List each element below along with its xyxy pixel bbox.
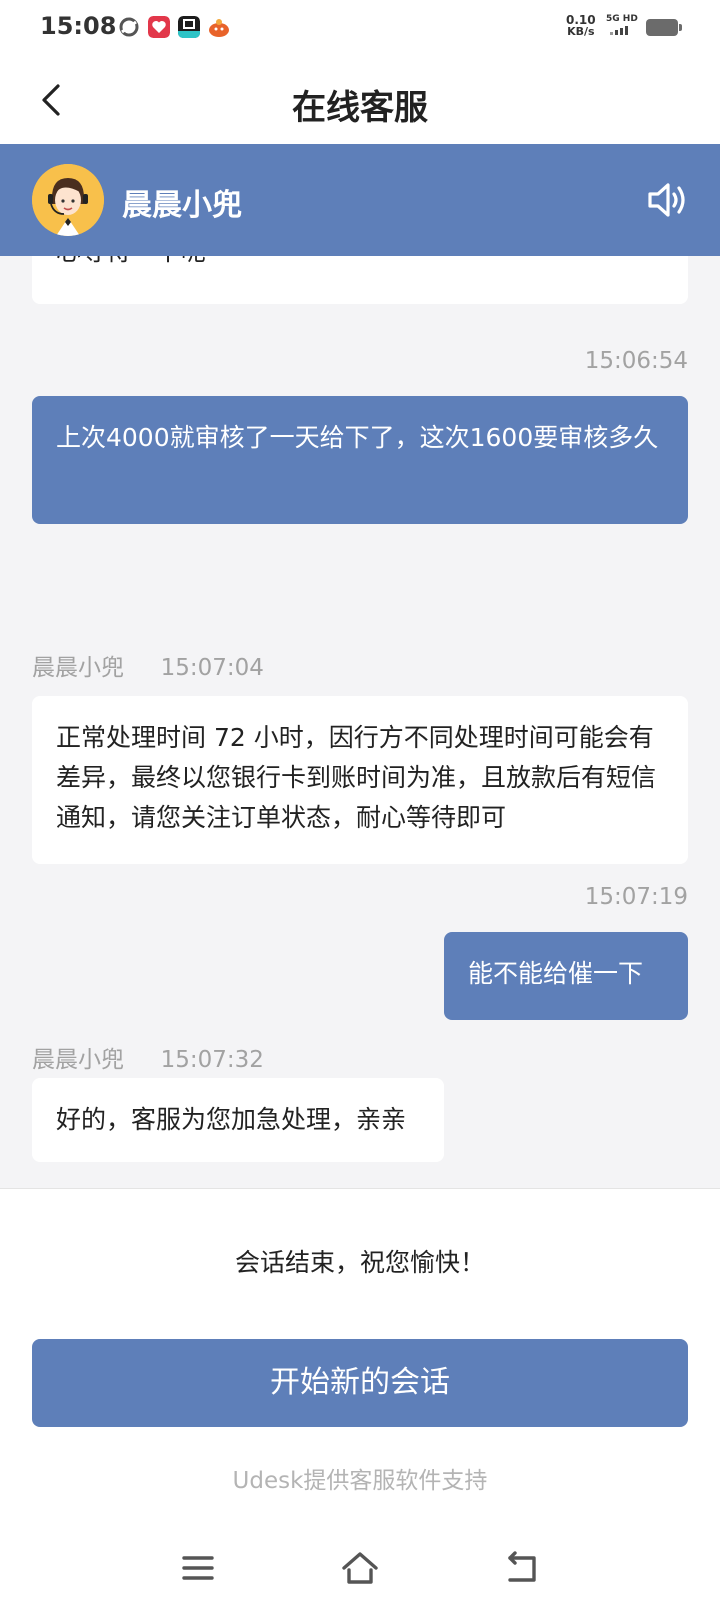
app-icon-red bbox=[148, 16, 170, 38]
message-timestamp: 15:06:54 bbox=[584, 348, 688, 374]
message-text: 好的，客服为您加急处理，亲亲 bbox=[56, 1105, 407, 1134]
agent-message-bubble: 心等待一下呢 bbox=[32, 256, 688, 304]
session-footer: 会话结束，祝您愉快！ 开始新的会话 Udesk提供客服软件支持 bbox=[0, 1188, 720, 1612]
message-text: 上次4000就审核了一天给下了，这次1600要审核多久 bbox=[56, 423, 659, 452]
signal-icon bbox=[610, 26, 628, 35]
network-speed: 0.10 KB/s bbox=[566, 14, 596, 38]
status-time: 15:08 bbox=[40, 12, 117, 40]
network-speed-unit: KB/s bbox=[567, 25, 595, 38]
status-app-icons bbox=[118, 16, 230, 38]
status-bar: 15:08 0.10 KB/s 5G HD bbox=[0, 0, 720, 56]
agent-name: 晨晨小兜 bbox=[122, 188, 242, 223]
agent-header: 晨晨小兜 bbox=[0, 144, 720, 256]
menu-icon[interactable] bbox=[178, 1550, 218, 1586]
user-message-bubble: 能不能给催一下 bbox=[444, 932, 688, 1020]
app-icon-orange bbox=[209, 19, 229, 37]
chat-message-list[interactable]: 心等待一下呢 15:06:54 上次4000就审核了一天给下了，这次1600要审… bbox=[0, 256, 720, 1188]
start-new-session-button[interactable]: 开始新的会话 bbox=[32, 1339, 688, 1427]
message-text: 心等待一下呢 bbox=[56, 256, 206, 272]
message-text: 正常处理时间 72 小时，因行方不同处理时间可能会有差异，最终以您银行卡到账时间… bbox=[56, 723, 657, 832]
speaker-icon[interactable] bbox=[644, 177, 690, 223]
home-icon[interactable] bbox=[340, 1550, 380, 1586]
page-title: 在线客服 bbox=[292, 88, 428, 128]
app-icon-dark bbox=[178, 16, 200, 38]
message-timestamp: 15:07:32 bbox=[160, 1047, 264, 1073]
link-icon bbox=[119, 17, 139, 37]
session-ended-text: 会话结束，祝您愉快！ bbox=[234, 1248, 485, 1277]
user-message-bubble: 上次4000就审核了一天给下了，这次1600要审核多久 bbox=[32, 396, 688, 524]
message-timestamp: 15:07:19 bbox=[584, 884, 688, 910]
message-meta: 晨晨小兜 15:07:32 bbox=[32, 1040, 264, 1074]
agent-avatar-icon bbox=[32, 164, 104, 236]
agent-message-bubble: 好的，客服为您加急处理，亲亲 bbox=[32, 1078, 444, 1162]
message-meta: 晨晨小兜 15:07:04 bbox=[32, 648, 264, 682]
message-text: 能不能给催一下 bbox=[468, 959, 644, 988]
network-type: 5G HD bbox=[606, 14, 638, 24]
message-timestamp: 15:07:04 bbox=[160, 655, 264, 681]
title-bar: 在线客服 bbox=[0, 56, 720, 144]
message-sender: 晨晨小兜 bbox=[32, 1047, 124, 1073]
agent-message-bubble: 正常处理时间 72 小时，因行方不同处理时间可能会有差异，最终以您银行卡到账时间… bbox=[32, 696, 688, 864]
system-nav-bar bbox=[0, 1522, 720, 1612]
support-credit-text: Udesk提供客服软件支持 bbox=[232, 1468, 488, 1494]
battery-icon bbox=[646, 19, 682, 36]
back-icon[interactable] bbox=[502, 1550, 542, 1586]
message-sender: 晨晨小兜 bbox=[32, 655, 124, 681]
